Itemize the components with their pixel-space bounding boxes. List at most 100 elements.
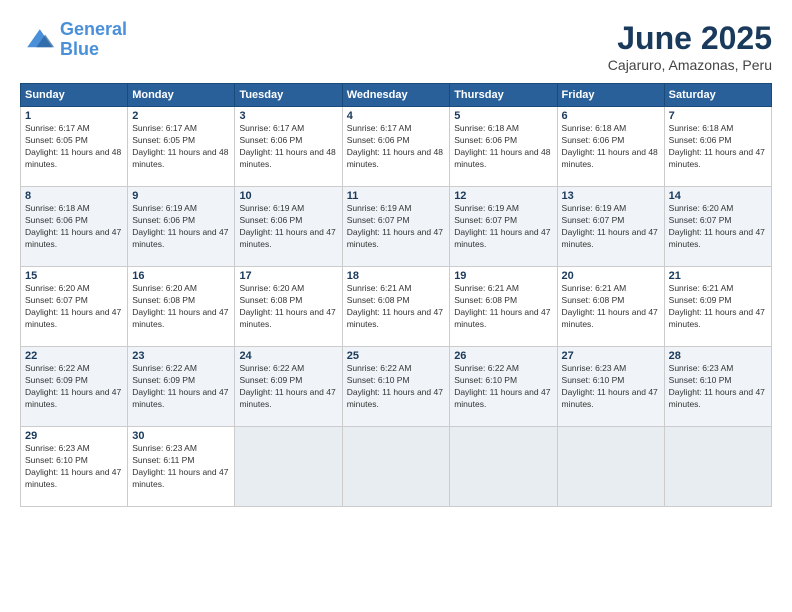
day-info: Sunrise: 6:20 AMSunset: 6:07 PMDaylight:…	[25, 283, 121, 329]
day-info: Sunrise: 6:20 AMSunset: 6:08 PMDaylight:…	[132, 283, 228, 329]
day-number: 2	[132, 110, 230, 122]
day-number: 9	[132, 190, 230, 202]
day-info: Sunrise: 6:19 AMSunset: 6:06 PMDaylight:…	[132, 203, 228, 249]
day-info: Sunrise: 6:23 AMSunset: 6:11 PMDaylight:…	[132, 443, 228, 489]
calendar-day-cell: 21 Sunrise: 6:21 AMSunset: 6:09 PMDaylig…	[664, 267, 771, 347]
day-number: 25	[347, 350, 445, 362]
day-number: 28	[669, 350, 767, 362]
calendar-day-header: Friday	[557, 84, 664, 107]
day-number: 22	[25, 350, 123, 362]
calendar-day-cell: 8 Sunrise: 6:18 AMSunset: 6:06 PMDayligh…	[21, 187, 128, 267]
day-number: 19	[454, 270, 552, 282]
calendar-day-cell: 12 Sunrise: 6:19 AMSunset: 6:07 PMDaylig…	[450, 187, 557, 267]
calendar-header-row: SundayMondayTuesdayWednesdayThursdayFrid…	[21, 84, 772, 107]
day-number: 24	[239, 350, 337, 362]
calendar-day-cell: 15 Sunrise: 6:20 AMSunset: 6:07 PMDaylig…	[21, 267, 128, 347]
day-number: 3	[239, 110, 337, 122]
calendar-day-cell: 2 Sunrise: 6:17 AMSunset: 6:05 PMDayligh…	[128, 107, 235, 187]
day-info: Sunrise: 6:17 AMSunset: 6:06 PMDaylight:…	[239, 123, 335, 169]
calendar-day-cell: 25 Sunrise: 6:22 AMSunset: 6:10 PMDaylig…	[342, 347, 449, 427]
day-number: 20	[562, 270, 660, 282]
calendar-day-cell: 24 Sunrise: 6:22 AMSunset: 6:09 PMDaylig…	[235, 347, 342, 427]
calendar-day-header: Sunday	[21, 84, 128, 107]
day-info: Sunrise: 6:21 AMSunset: 6:08 PMDaylight:…	[562, 283, 658, 329]
day-number: 8	[25, 190, 123, 202]
calendar-day-cell: 9 Sunrise: 6:19 AMSunset: 6:06 PMDayligh…	[128, 187, 235, 267]
calendar-day-cell: 4 Sunrise: 6:17 AMSunset: 6:06 PMDayligh…	[342, 107, 449, 187]
day-info: Sunrise: 6:18 AMSunset: 6:06 PMDaylight:…	[562, 123, 658, 169]
day-info: Sunrise: 6:23 AMSunset: 6:10 PMDaylight:…	[669, 363, 765, 409]
day-info: Sunrise: 6:21 AMSunset: 6:08 PMDaylight:…	[454, 283, 550, 329]
day-number: 5	[454, 110, 552, 122]
day-info: Sunrise: 6:22 AMSunset: 6:10 PMDaylight:…	[347, 363, 443, 409]
logo-text: General Blue	[60, 20, 127, 60]
day-info: Sunrise: 6:22 AMSunset: 6:10 PMDaylight:…	[454, 363, 550, 409]
page: General Blue June 2025 Cajaruro, Amazona…	[0, 0, 792, 612]
calendar-day-cell: 23 Sunrise: 6:22 AMSunset: 6:09 PMDaylig…	[128, 347, 235, 427]
day-info: Sunrise: 6:23 AMSunset: 6:10 PMDaylight:…	[562, 363, 658, 409]
title-block: June 2025 Cajaruro, Amazonas, Peru	[608, 20, 772, 73]
day-info: Sunrise: 6:22 AMSunset: 6:09 PMDaylight:…	[239, 363, 335, 409]
calendar-day-cell: 5 Sunrise: 6:18 AMSunset: 6:06 PMDayligh…	[450, 107, 557, 187]
day-info: Sunrise: 6:18 AMSunset: 6:06 PMDaylight:…	[454, 123, 550, 169]
calendar-week-row: 22 Sunrise: 6:22 AMSunset: 6:09 PMDaylig…	[21, 347, 772, 427]
day-number: 12	[454, 190, 552, 202]
calendar-day-header: Tuesday	[235, 84, 342, 107]
day-info: Sunrise: 6:19 AMSunset: 6:07 PMDaylight:…	[454, 203, 550, 249]
day-info: Sunrise: 6:18 AMSunset: 6:06 PMDaylight:…	[669, 123, 765, 169]
logo-icon	[20, 22, 56, 58]
day-info: Sunrise: 6:21 AMSunset: 6:09 PMDaylight:…	[669, 283, 765, 329]
calendar-day-header: Monday	[128, 84, 235, 107]
day-info: Sunrise: 6:22 AMSunset: 6:09 PMDaylight:…	[25, 363, 121, 409]
calendar-day-cell: 3 Sunrise: 6:17 AMSunset: 6:06 PMDayligh…	[235, 107, 342, 187]
calendar-title: June 2025	[608, 20, 772, 57]
day-number: 16	[132, 270, 230, 282]
calendar-day-cell: 20 Sunrise: 6:21 AMSunset: 6:08 PMDaylig…	[557, 267, 664, 347]
calendar-day-cell: 29 Sunrise: 6:23 AMSunset: 6:10 PMDaylig…	[21, 427, 128, 507]
day-info: Sunrise: 6:23 AMSunset: 6:10 PMDaylight:…	[25, 443, 121, 489]
calendar-day-header: Thursday	[450, 84, 557, 107]
calendar-week-row: 1 Sunrise: 6:17 AMSunset: 6:05 PMDayligh…	[21, 107, 772, 187]
day-number: 18	[347, 270, 445, 282]
day-number: 10	[239, 190, 337, 202]
day-info: Sunrise: 6:19 AMSunset: 6:07 PMDaylight:…	[562, 203, 658, 249]
calendar-day-cell: 17 Sunrise: 6:20 AMSunset: 6:08 PMDaylig…	[235, 267, 342, 347]
logo: General Blue	[20, 20, 127, 60]
day-info: Sunrise: 6:17 AMSunset: 6:05 PMDaylight:…	[132, 123, 228, 169]
day-number: 7	[669, 110, 767, 122]
day-number: 1	[25, 110, 123, 122]
day-info: Sunrise: 6:19 AMSunset: 6:07 PMDaylight:…	[347, 203, 443, 249]
calendar-day-cell	[450, 427, 557, 507]
calendar-week-row: 29 Sunrise: 6:23 AMSunset: 6:10 PMDaylig…	[21, 427, 772, 507]
calendar-day-cell: 6 Sunrise: 6:18 AMSunset: 6:06 PMDayligh…	[557, 107, 664, 187]
calendar-day-cell: 11 Sunrise: 6:19 AMSunset: 6:07 PMDaylig…	[342, 187, 449, 267]
day-number: 6	[562, 110, 660, 122]
calendar-table: SundayMondayTuesdayWednesdayThursdayFrid…	[20, 83, 772, 507]
day-number: 29	[25, 430, 123, 442]
day-number: 23	[132, 350, 230, 362]
day-number: 26	[454, 350, 552, 362]
day-number: 13	[562, 190, 660, 202]
day-number: 4	[347, 110, 445, 122]
calendar-day-cell: 22 Sunrise: 6:22 AMSunset: 6:09 PMDaylig…	[21, 347, 128, 427]
calendar-day-cell: 18 Sunrise: 6:21 AMSunset: 6:08 PMDaylig…	[342, 267, 449, 347]
calendar-day-cell	[557, 427, 664, 507]
header: General Blue June 2025 Cajaruro, Amazona…	[20, 20, 772, 73]
calendar-day-cell: 1 Sunrise: 6:17 AMSunset: 6:05 PMDayligh…	[21, 107, 128, 187]
calendar-day-cell	[235, 427, 342, 507]
day-info: Sunrise: 6:17 AMSunset: 6:06 PMDaylight:…	[347, 123, 443, 169]
calendar-week-row: 15 Sunrise: 6:20 AMSunset: 6:07 PMDaylig…	[21, 267, 772, 347]
day-number: 11	[347, 190, 445, 202]
day-number: 17	[239, 270, 337, 282]
day-info: Sunrise: 6:21 AMSunset: 6:08 PMDaylight:…	[347, 283, 443, 329]
calendar-day-cell: 14 Sunrise: 6:20 AMSunset: 6:07 PMDaylig…	[664, 187, 771, 267]
calendar-day-cell: 13 Sunrise: 6:19 AMSunset: 6:07 PMDaylig…	[557, 187, 664, 267]
calendar-subtitle: Cajaruro, Amazonas, Peru	[608, 57, 772, 73]
day-number: 21	[669, 270, 767, 282]
calendar-day-cell	[342, 427, 449, 507]
calendar-day-header: Saturday	[664, 84, 771, 107]
calendar-day-cell: 10 Sunrise: 6:19 AMSunset: 6:06 PMDaylig…	[235, 187, 342, 267]
calendar-day-cell: 7 Sunrise: 6:18 AMSunset: 6:06 PMDayligh…	[664, 107, 771, 187]
day-info: Sunrise: 6:18 AMSunset: 6:06 PMDaylight:…	[25, 203, 121, 249]
day-number: 27	[562, 350, 660, 362]
